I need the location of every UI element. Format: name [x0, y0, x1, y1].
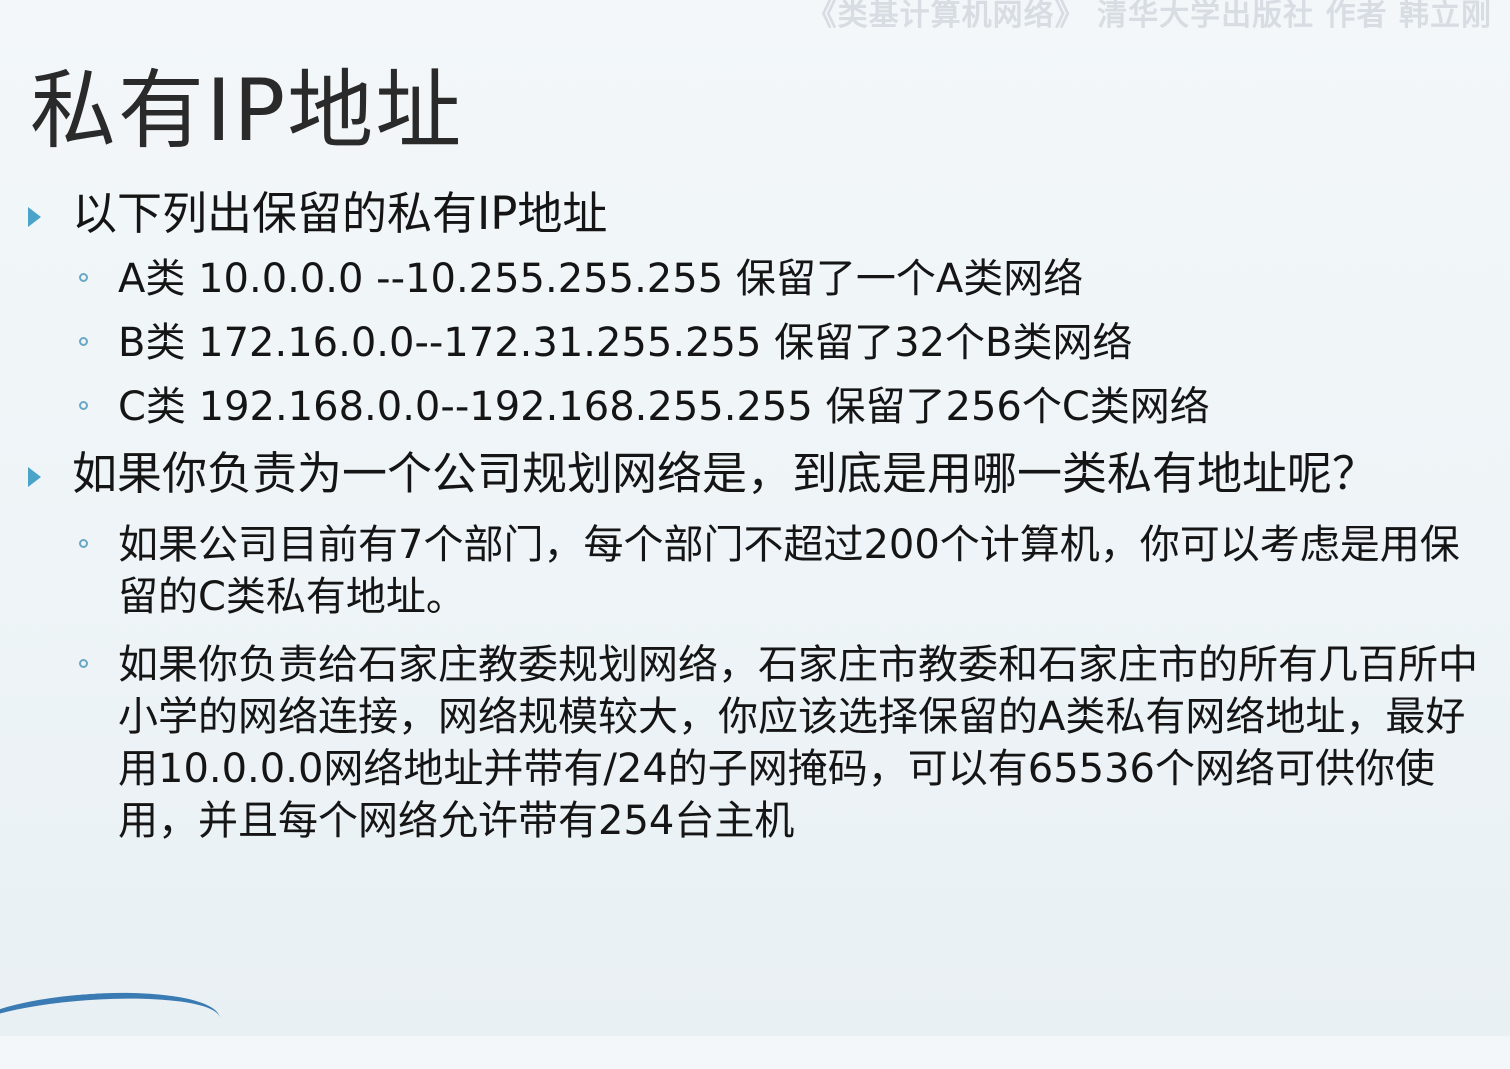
- triangle-bullet-icon: [28, 467, 41, 487]
- sub-bullet-list: A类 10.0.0.0 --10.255.255.255 保留了一个A类网络 B…: [22, 253, 1482, 433]
- bullet-text: 如果你负责为一个公司规划网络是，到底是用哪一类私有地址呢？: [72, 447, 1378, 500]
- page-title: 私有IP地址: [30, 60, 464, 161]
- sub-bullet-item: 如果公司目前有7个部门，每个部门不超过200个计算机，你可以考虑是用保留的C类私…: [22, 519, 1482, 623]
- watermark: 《类基计算机网络》 清华大学出版社 作者 韩立刚: [806, 0, 1492, 33]
- circle-bullet-icon: [79, 539, 88, 548]
- sub-bullet-item: 如果你负责给石家庄教委规划网络，石家庄市教委和石家庄市的所有几百所中小学的网络连…: [22, 639, 1482, 847]
- bullet-item: 如果你负责为一个公司规划网络是，到底是用哪一类私有地址呢？: [22, 445, 1482, 503]
- sub-bullet-text: C类 192.168.0.0--192.168.255.255 保留了256个C…: [118, 384, 1210, 430]
- slide-content: 以下列出保留的私有IP地址 A类 10.0.0.0 --10.255.255.2…: [22, 185, 1482, 863]
- sub-bullet-item: C类 192.168.0.0--192.168.255.255 保留了256个C…: [22, 381, 1482, 433]
- triangle-bullet-icon: [28, 207, 41, 227]
- decorative-corner-curve: [0, 985, 222, 1069]
- circle-bullet-icon: [79, 273, 88, 282]
- sub-bullet-list: 如果公司目前有7个部门，每个部门不超过200个计算机，你可以考虑是用保留的C类私…: [22, 519, 1482, 847]
- sub-bullet-text: A类 10.0.0.0 --10.255.255.255 保留了一个A类网络: [118, 256, 1084, 302]
- sub-bullet-text: 如果你负责给石家庄教委规划网络，石家庄市教委和石家庄市的所有几百所中小学的网络连…: [118, 642, 1478, 844]
- circle-bullet-icon: [79, 659, 88, 668]
- bullet-item: 以下列出保留的私有IP地址: [22, 185, 1482, 243]
- sub-bullet-text: 如果公司目前有7个部门，每个部门不超过200个计算机，你可以考虑是用保留的C类私…: [118, 522, 1460, 620]
- sub-bullet-item: A类 10.0.0.0 --10.255.255.255 保留了一个A类网络: [22, 253, 1482, 305]
- bullet-text: 以下列出保留的私有IP地址: [72, 187, 608, 240]
- sub-bullet-item: B类 172.16.0.0--172.31.255.255 保留了32个B类网络: [22, 317, 1482, 369]
- sub-bullet-text: B类 172.16.0.0--172.31.255.255 保留了32个B类网络: [118, 320, 1133, 366]
- circle-bullet-icon: [79, 401, 88, 410]
- circle-bullet-icon: [79, 337, 88, 346]
